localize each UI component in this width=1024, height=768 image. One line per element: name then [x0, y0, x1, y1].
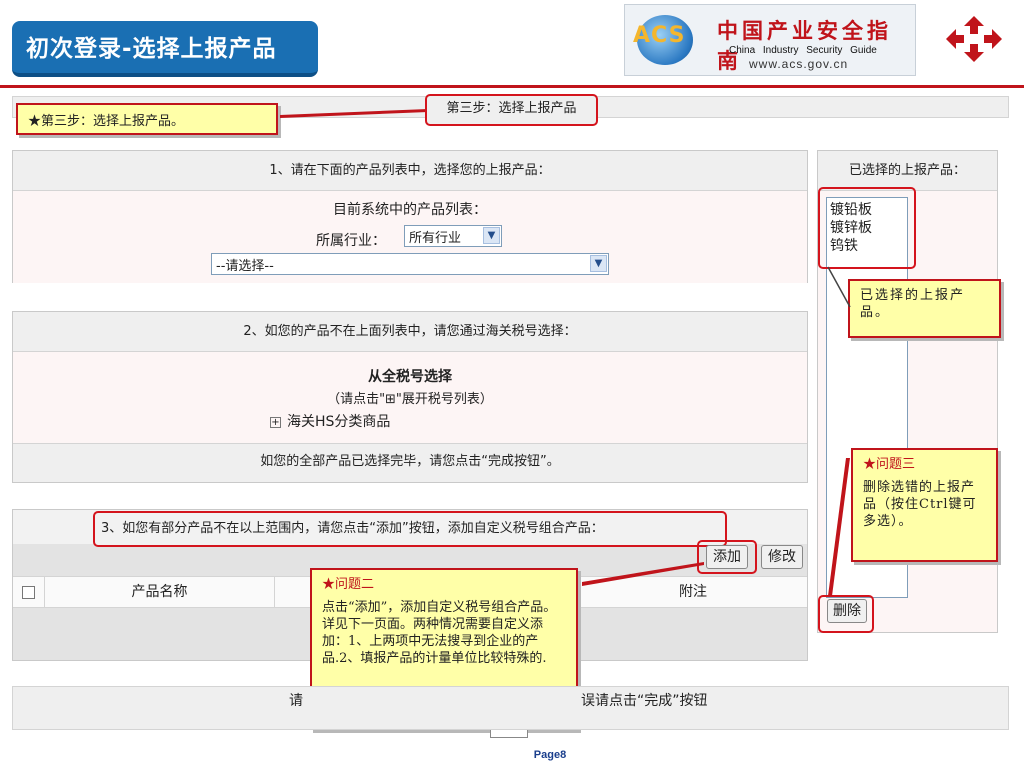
- question3-body: 删除选错的上报产品（按住Ctrl键可多选）。: [863, 480, 977, 529]
- banner-en-title: China Industry Security Guide: [729, 45, 877, 56]
- col-product-name: 产品名称: [45, 577, 275, 607]
- step-callout-text: ★第三步：选择上报产品。: [28, 114, 185, 129]
- product-select[interactable]: --请选择-- ▼: [211, 253, 609, 275]
- delete-button-highlight: [818, 595, 874, 633]
- hs-tree-item[interactable]: + 海关HS分类商品: [270, 411, 390, 431]
- page-number: Page8: [533, 749, 567, 761]
- section3-title: 3、如您有部分产品不在以上范围内，请您点击“添加”按钮，添加自定义税号组合产品：: [101, 521, 604, 536]
- edit-button[interactable]: 修改: [761, 545, 803, 569]
- step-callout: ★第三步：选择上报产品。: [16, 103, 278, 135]
- table-header-checkbox-cell: [13, 577, 45, 607]
- expand-plus-icon[interactable]: +: [270, 417, 281, 428]
- chevron-down-icon: ▼: [590, 255, 607, 272]
- question3-callout: ★问题三 删除选错的上报产品（按住Ctrl键可多选）。: [851, 448, 998, 562]
- step-label-text: 第三步：选择上报产品: [446, 101, 577, 116]
- bottom-text-left: 请: [289, 693, 303, 709]
- add-button-highlight: [697, 540, 757, 574]
- acs-banner: ACS 中国产业安全指南 China Industry Security Gui…: [624, 4, 916, 76]
- selected-products-title: 已选择的上报产品：: [848, 163, 966, 178]
- industry-label: 所属行业：: [316, 233, 386, 249]
- product-select-value: --请选择--: [216, 259, 274, 274]
- chevron-down-icon: ▼: [483, 227, 500, 244]
- selected-callout: 已选择的上报产品。: [848, 279, 1001, 338]
- tariff-hint: （请点击"⊞"展开税号列表）: [327, 392, 493, 407]
- company-logo-icon: [946, 16, 1002, 62]
- finish-instruction: 如您的全部产品已选择完毕，请您点击“完成按钮”。: [260, 454, 560, 469]
- section2-footer: 如您的全部产品已选择完毕，请您点击“完成按钮”。: [13, 444, 807, 482]
- step-connector: [280, 109, 428, 118]
- question2-body: 点击“添加”，添加自定义税号组合产品。详见下一页面。两种情况需要自定义添加：1、…: [322, 600, 557, 666]
- selected-items-highlight: [818, 187, 916, 269]
- selected-connector: [827, 266, 851, 308]
- section2-title: 2、如您的产品不在上面列表中，请您通过海关税号选择：: [243, 324, 577, 339]
- slide-title: 初次登录-选择上报产品: [26, 36, 277, 62]
- bottom-bar: [12, 686, 1009, 730]
- question2-connector: [582, 562, 704, 586]
- question3-title: ★问题三: [863, 457, 916, 472]
- industry-select-value: 所有行业: [409, 231, 462, 246]
- select-all-checkbox[interactable]: [22, 586, 35, 599]
- product-list-label: 目前系统中的产品列表：: [333, 202, 487, 218]
- from-all-tariff-label: 从全税号选择: [368, 369, 452, 385]
- section1-header: 1、请在下面的产品列表中，选择您的上报产品：: [13, 151, 807, 191]
- finish-button-partial[interactable]: [490, 730, 528, 738]
- selected-callout-text: 已选择的上报产品。: [860, 288, 966, 320]
- hs-tree-label: 海关HS分类商品: [287, 414, 391, 430]
- industry-select[interactable]: 所有行业 ▼: [404, 225, 502, 247]
- header-divider: [0, 85, 1024, 88]
- step-label: 第三步：选择上报产品: [425, 94, 598, 126]
- selected-products-header: 已选择的上报产品：: [818, 151, 997, 191]
- question2-title: ★问题二: [322, 577, 375, 592]
- section2-header: 2、如您的产品不在上面列表中，请您通过海关税号选择：: [13, 312, 807, 352]
- question3-connector: [828, 458, 850, 596]
- banner-url: www.acs.gov.cn: [749, 57, 849, 71]
- acs-logo-text: ACS: [633, 23, 686, 48]
- section1-title: 1、请在下面的产品列表中，选择您的上报产品：: [269, 163, 551, 178]
- section3-title-highlight: 3、如您有部分产品不在以上范围内，请您点击“添加”按钮，添加自定义税号组合产品：: [93, 511, 727, 547]
- slide-title-box: 初次登录-选择上报产品: [12, 21, 318, 77]
- bottom-text-right: 误请点击“完成”按钮: [581, 693, 708, 709]
